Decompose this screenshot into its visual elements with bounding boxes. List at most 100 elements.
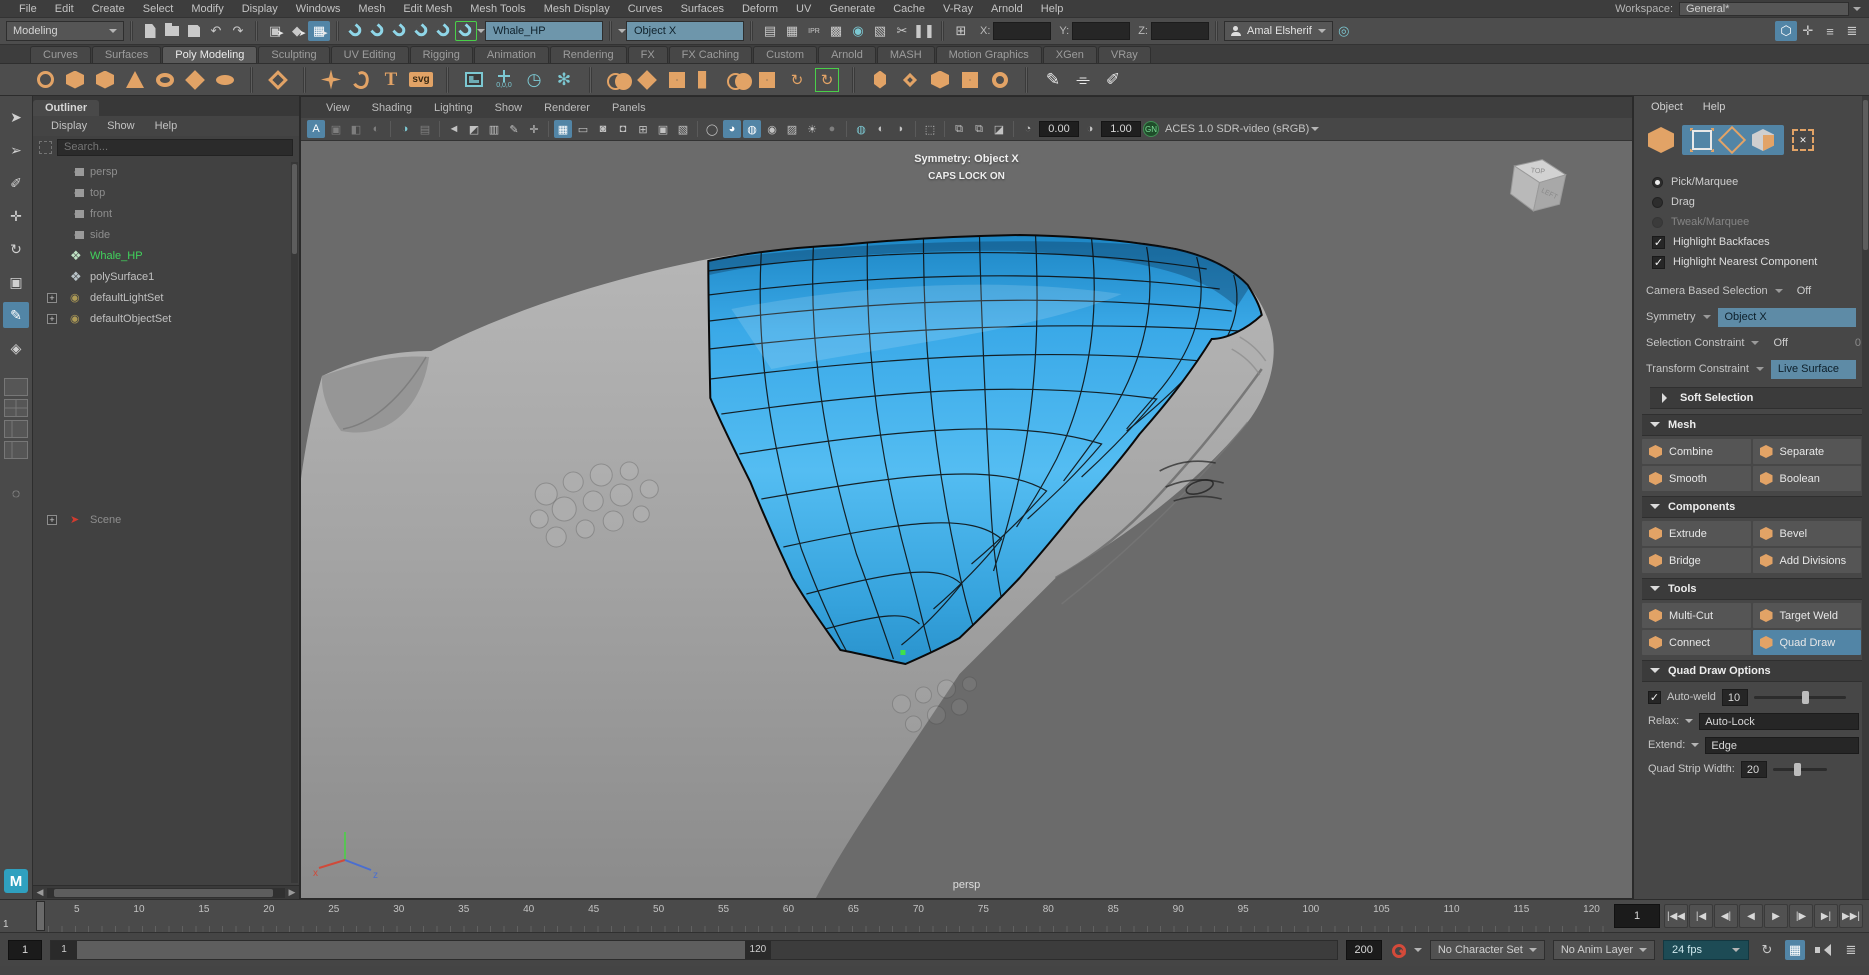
menu-item[interactable]: Select bbox=[134, 3, 183, 15]
step-back-frame-button[interactable]: ◀| bbox=[1714, 904, 1738, 928]
mesh-operation-button[interactable]: Boolean bbox=[1753, 466, 1862, 491]
auto-key-toggle-icon[interactable] bbox=[1390, 942, 1406, 958]
open-scene-button[interactable] bbox=[161, 21, 183, 41]
components-section-header[interactable]: Components bbox=[1642, 496, 1869, 518]
x-coordinate-input[interactable] bbox=[993, 22, 1051, 40]
menu-item[interactable]: Modify bbox=[182, 3, 232, 15]
auto-weld-slider[interactable] bbox=[1754, 696, 1846, 699]
auto-weld-value-field[interactable]: 10 bbox=[1722, 689, 1748, 706]
multi-component-mode-icon[interactable]: ✕ bbox=[1792, 129, 1814, 151]
animation-end-field[interactable]: 200 bbox=[1346, 940, 1382, 960]
ambient-occlusion-icon[interactable]: ◐ bbox=[367, 120, 385, 138]
setting-value[interactable]: Off bbox=[1766, 334, 1794, 353]
snap-point-icon[interactable] bbox=[389, 21, 411, 41]
outliner-vertical-scrollbar[interactable] bbox=[291, 162, 298, 883]
merge-icon[interactable] bbox=[726, 69, 748, 91]
chevron-down-icon[interactable] bbox=[1703, 315, 1711, 323]
center-pivot-icon[interactable]: 0,0,0 bbox=[493, 69, 515, 91]
render-settings-icon[interactable]: ▩ bbox=[825, 21, 847, 41]
menu-item[interactable]: Surfaces bbox=[672, 3, 733, 15]
current-time-field[interactable]: 1 bbox=[1614, 904, 1660, 928]
outliner-menu-item[interactable]: Help bbox=[147, 120, 186, 132]
tools-section-header[interactable]: Tools bbox=[1642, 578, 1869, 600]
menu-item[interactable]: Help bbox=[1032, 3, 1073, 15]
playhead[interactable] bbox=[36, 901, 45, 931]
quad-strip-width-slider[interactable] bbox=[1773, 768, 1827, 771]
mesh-operation-button[interactable]: Smooth bbox=[1642, 466, 1751, 491]
select-component-icon[interactable]: ▦➤ bbox=[308, 21, 330, 41]
shelf-tab[interactable]: Surfaces bbox=[92, 46, 161, 63]
gate-mask-icon[interactable]: ◘ bbox=[614, 120, 632, 138]
shelf-tab[interactable]: Rendering bbox=[550, 46, 627, 63]
character-set-select[interactable]: No Character Set bbox=[1430, 940, 1545, 960]
anti-alias-toggle-icon[interactable]: A bbox=[307, 120, 325, 138]
chevron-down-icon[interactable] bbox=[1775, 289, 1783, 297]
toolkit-setting-row[interactable]: Symmetry Object X bbox=[1642, 304, 1869, 330]
resolution-gate-icon[interactable]: ◙ bbox=[594, 120, 612, 138]
shelf-tab[interactable]: Poly Modeling bbox=[162, 46, 257, 63]
outliner-horizontal-scrollbar[interactable]: ◀ ▶ bbox=[33, 885, 299, 899]
expand-icon[interactable] bbox=[47, 293, 57, 303]
quad-strip-width-field[interactable]: 20 bbox=[1741, 761, 1767, 778]
snap-projected-center-icon[interactable] bbox=[411, 21, 433, 41]
extract-icon[interactable] bbox=[696, 69, 718, 91]
ipr-render-icon[interactable]: IPR bbox=[803, 21, 825, 41]
wheel-icon[interactable] bbox=[989, 69, 1011, 91]
component-operation-button[interactable]: Bridge bbox=[1642, 548, 1751, 573]
workspace-select[interactable]: General* bbox=[1679, 2, 1849, 16]
toolkit-checkbox-row[interactable]: Highlight Nearest Component bbox=[1642, 252, 1869, 272]
snap-grid-icon[interactable] bbox=[345, 21, 367, 41]
lighting-icon[interactable]: ☀ bbox=[803, 120, 821, 138]
menu-item[interactable]: Deform bbox=[733, 3, 787, 15]
select-hierarchy-icon[interactable]: ▣➤ bbox=[264, 21, 286, 41]
isolate-select-icon[interactable]: ◍ bbox=[852, 120, 870, 138]
component-operation-button[interactable]: Extrude bbox=[1642, 521, 1751, 546]
oversized-camera-icon[interactable]: ▥ bbox=[485, 120, 503, 138]
range-end-handle[interactable]: 120 bbox=[745, 941, 771, 959]
film-gate-icon[interactable]: ▭ bbox=[574, 120, 592, 138]
textured-mode-icon[interactable]: ◍ bbox=[743, 120, 761, 138]
shelf-tab[interactable]: Animation bbox=[474, 46, 549, 63]
mesh-operation-button[interactable]: Combine bbox=[1642, 439, 1751, 464]
animation-start-field[interactable]: 1 bbox=[8, 940, 42, 960]
new-scene-button[interactable] bbox=[139, 21, 161, 41]
multi-cut-icon[interactable]: ✎ bbox=[1042, 69, 1064, 91]
outliner-item[interactable]: defaultLightSet bbox=[33, 287, 299, 308]
menu-item[interactable]: Curves bbox=[619, 3, 672, 15]
poly-torus-icon[interactable] bbox=[154, 69, 176, 91]
time-slider[interactable]: 1 51015202530354045505560657075808590951… bbox=[0, 899, 1869, 932]
menu-item[interactable]: Create bbox=[83, 3, 134, 15]
selection-highlight-icon[interactable]: ⬚ bbox=[921, 120, 939, 138]
shelf-tab[interactable]: XGen bbox=[1043, 46, 1097, 63]
safe-title-icon[interactable]: ▧ bbox=[674, 120, 692, 138]
z-coordinate-input[interactable] bbox=[1151, 22, 1209, 40]
shelf-tab[interactable]: Custom bbox=[753, 46, 817, 63]
toolkit-setting-row[interactable]: Selection Constraint Off 0 bbox=[1642, 330, 1869, 356]
field-chart-icon[interactable]: ⊞ bbox=[634, 120, 652, 138]
anim-layer-select[interactable]: No Anim Layer bbox=[1553, 940, 1655, 960]
poly-plane-icon[interactable] bbox=[184, 69, 206, 91]
copy-view-icon[interactable]: ⧉ bbox=[950, 120, 968, 138]
viewport-menu-item[interactable]: Shading bbox=[361, 102, 423, 114]
menu-item[interactable]: Mesh Tools bbox=[461, 3, 534, 15]
outliner-item[interactable]: Whale_HP bbox=[33, 245, 299, 266]
save-scene-button[interactable] bbox=[183, 21, 205, 41]
menu-item[interactable]: Edit bbox=[46, 3, 83, 15]
svg-tool-icon[interactable]: svg bbox=[410, 69, 432, 91]
render-current-frame-icon[interactable]: ▦ bbox=[781, 21, 803, 41]
attribute-editor-toggle-icon[interactable]: ≡ bbox=[1819, 21, 1841, 41]
menu-item[interactable]: UV bbox=[787, 3, 820, 15]
character-controls-icon[interactable]: ✛ bbox=[1797, 21, 1819, 41]
mute-audio-icon[interactable] bbox=[1813, 940, 1833, 960]
menu-item[interactable]: Display bbox=[233, 3, 287, 15]
gamma-icon[interactable]: ◑ bbox=[1081, 120, 1099, 138]
four-pane-layout-button[interactable] bbox=[4, 399, 28, 417]
soft-selection-section-header[interactable]: Soft Selection bbox=[1650, 387, 1869, 409]
playback-range[interactable]: 1 120 bbox=[51, 941, 771, 959]
exposure-icon[interactable]: ◔ bbox=[1019, 120, 1037, 138]
menu-item[interactable]: Mesh Display bbox=[535, 3, 619, 15]
undo-button[interactable]: ↶ bbox=[205, 21, 227, 41]
toolkit-setting-row[interactable]: Transform Constraint Live Surface bbox=[1642, 356, 1869, 382]
viewport-menu-item[interactable]: Renderer bbox=[533, 102, 601, 114]
wireframe-mode-icon[interactable]: ◯ bbox=[703, 120, 721, 138]
